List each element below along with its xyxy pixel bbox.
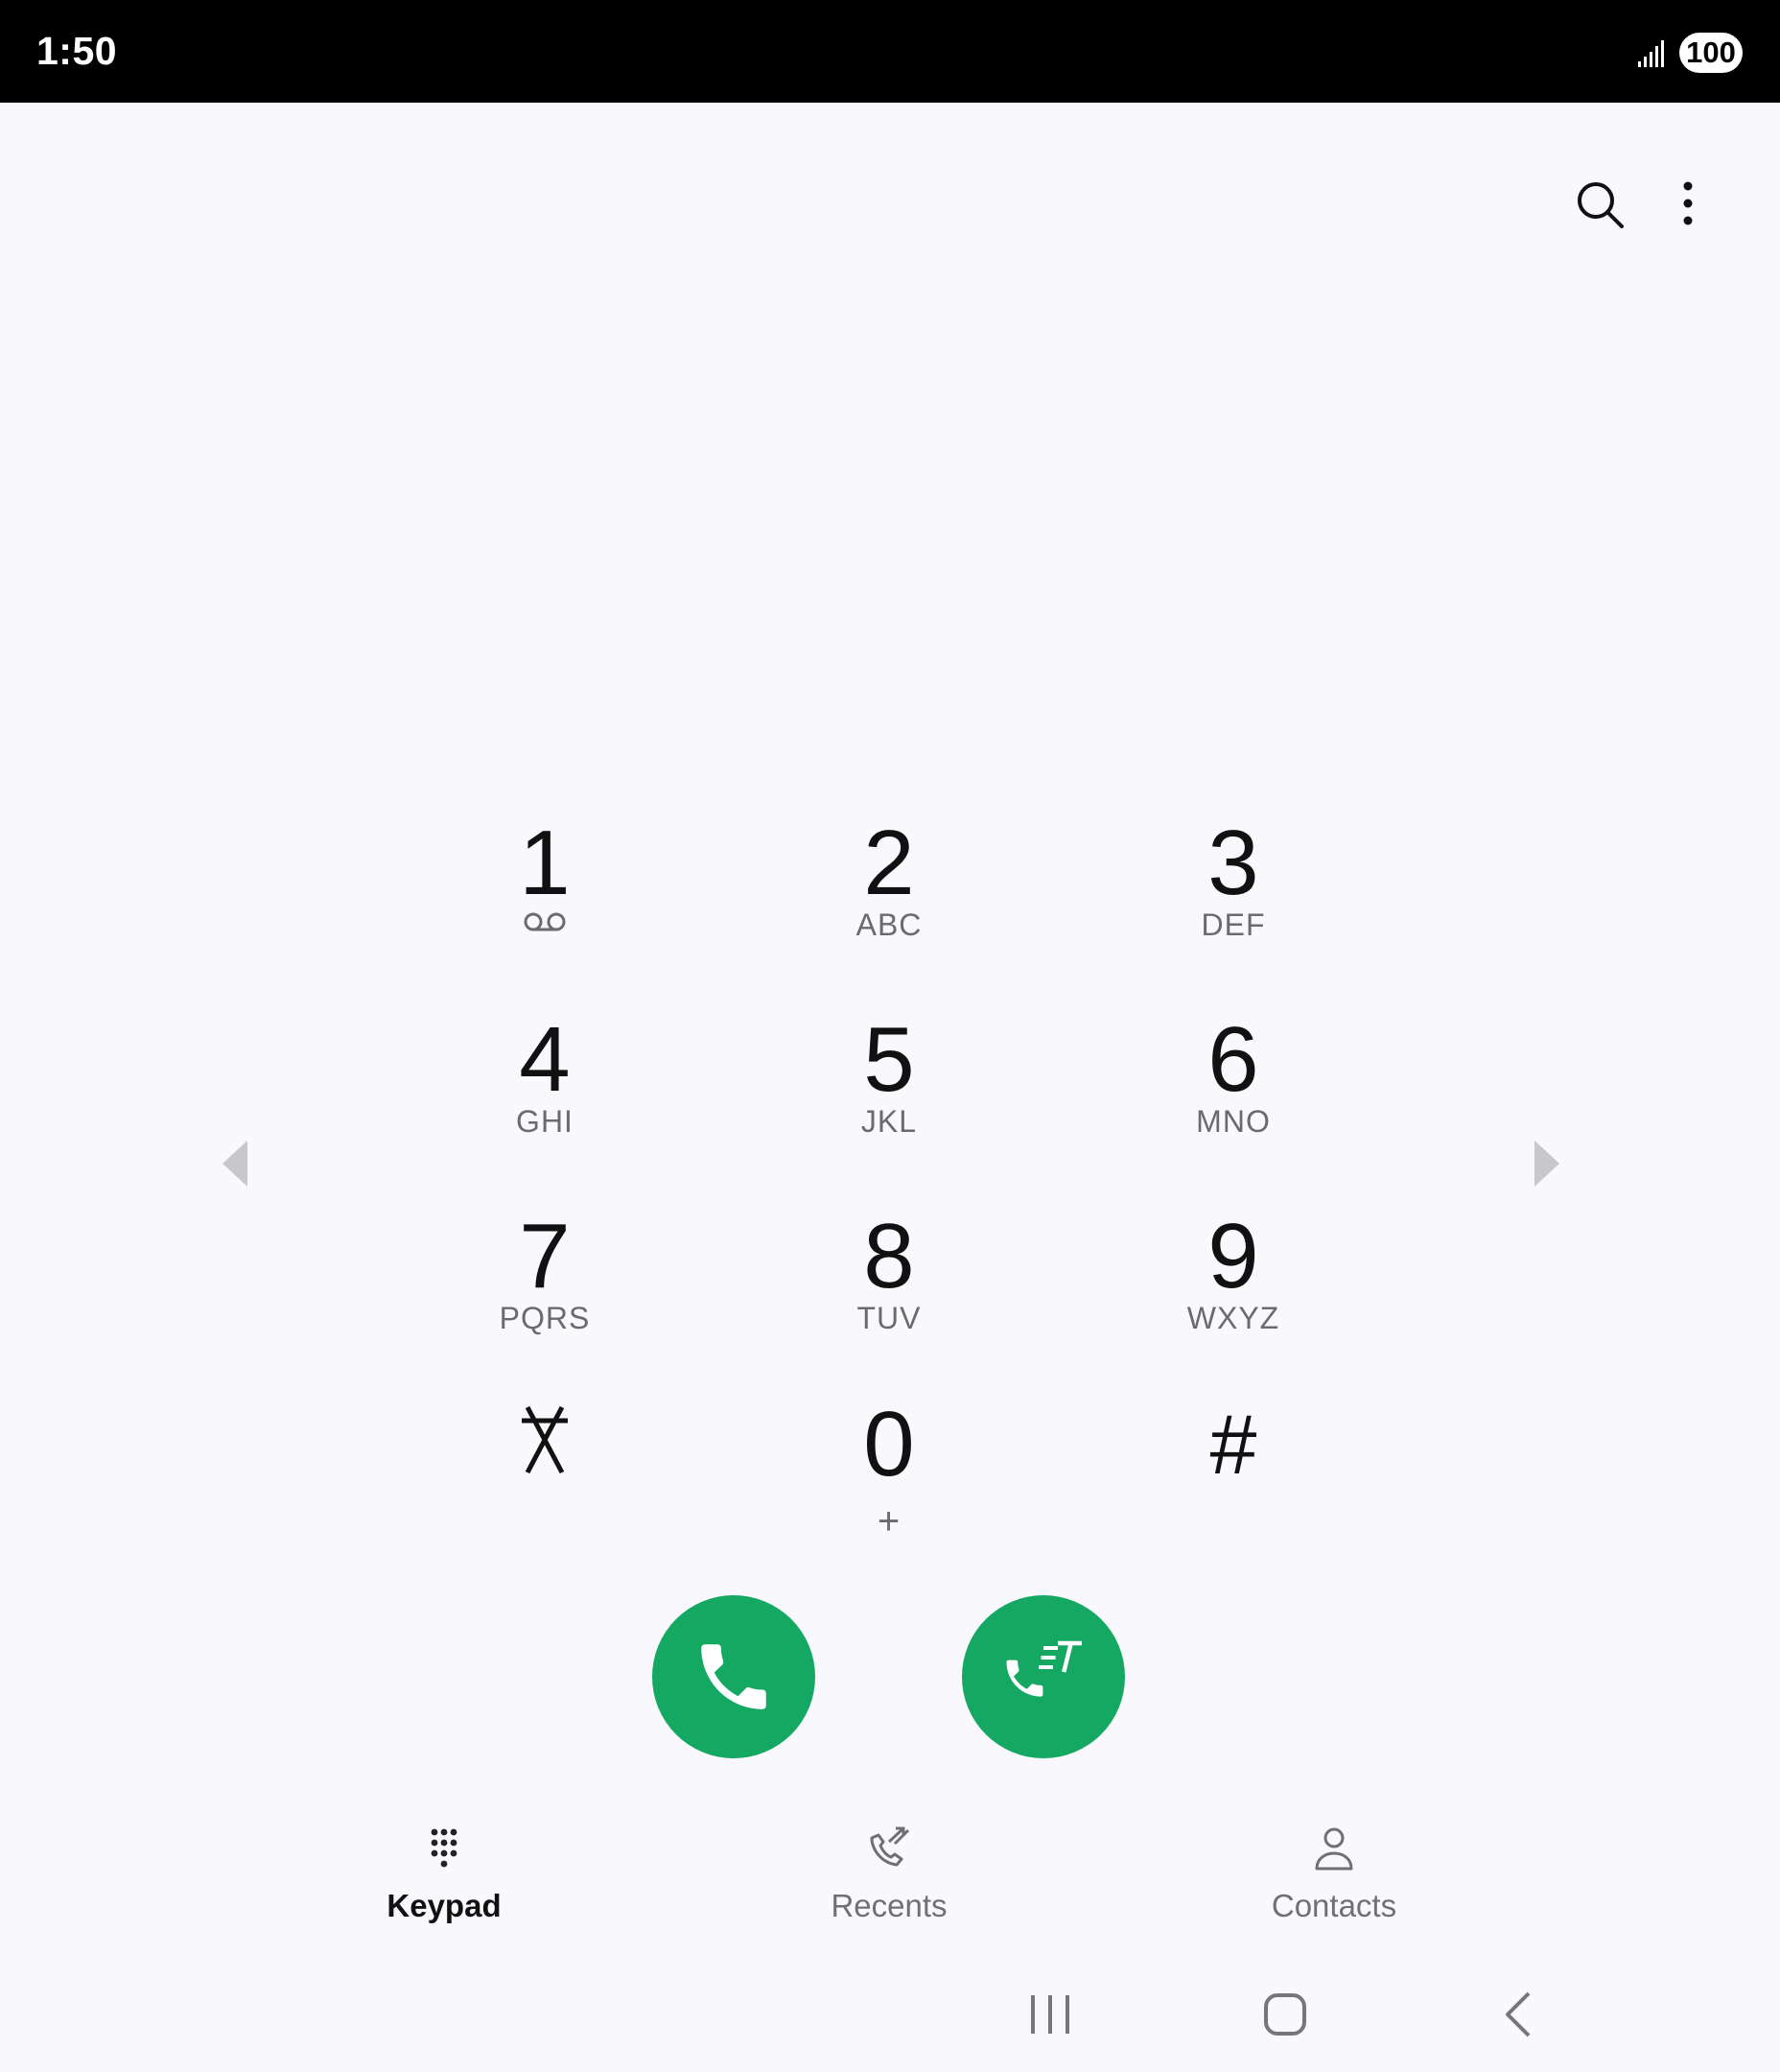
key-digit: 9 (1207, 1205, 1259, 1307)
key-hash[interactable]: # (1089, 1399, 1377, 1562)
recents-icon (870, 1826, 910, 1867)
tab-label: Contacts (1271, 1888, 1397, 1923)
arrow-right-icon[interactable] (1525, 1135, 1563, 1192)
keypad-icon (431, 1828, 457, 1868)
home-icon[interactable] (1256, 1986, 1314, 2043)
key-letters: DEF (1201, 907, 1266, 942)
recent-apps-icon[interactable] (1021, 1986, 1079, 2043)
key-letters: WXYZ (1186, 1301, 1280, 1335)
key-digit: 5 (863, 1008, 915, 1111)
call-button[interactable] (652, 1595, 815, 1758)
phone-icon (701, 1644, 766, 1709)
key-letters: GHI (516, 1104, 574, 1139)
rtt-call-icon (1006, 1640, 1082, 1697)
key-letters: TUV (856, 1301, 922, 1335)
key-3[interactable]: 3 DEF (1089, 817, 1377, 980)
battery-level: 100 (1679, 33, 1743, 73)
key-5[interactable]: 5 JKL (745, 1014, 1033, 1177)
rtt-call-button[interactable] (962, 1595, 1125, 1758)
key-2[interactable]: 2 ABC (745, 817, 1033, 980)
key-digit: 6 (1207, 1008, 1259, 1111)
key-8[interactable]: 8 TUV (745, 1211, 1033, 1374)
key-digit: 3 (1207, 812, 1259, 914)
key-digit: 0 (863, 1393, 915, 1495)
asterisk-icon (522, 1405, 568, 1474)
back-icon[interactable] (1492, 1986, 1550, 2043)
tab-keypad[interactable]: Keypad (300, 1825, 588, 1924)
tab-recents[interactable]: Recents (745, 1825, 1033, 1924)
key-1[interactable]: 1 (401, 817, 689, 980)
key-digit: 2 (863, 812, 915, 914)
key-letters: + (877, 1500, 902, 1542)
status-bar: 1:50 100 (0, 0, 1780, 103)
key-4[interactable]: 4 GHI (401, 1014, 689, 1177)
key-letters: PQRS (499, 1301, 591, 1335)
key-9[interactable]: 9 WXYZ (1089, 1211, 1377, 1374)
key-letters: MNO (1196, 1104, 1271, 1139)
key-digit: 7 (519, 1205, 571, 1307)
status-time: 1:50 (36, 29, 118, 73)
key-digit: 1 (519, 812, 571, 914)
key-digit: # (1209, 1397, 1257, 1492)
more-vertical-icon[interactable] (1669, 177, 1707, 231)
key-digit: 4 (519, 1008, 571, 1111)
key-letters: JKL (860, 1104, 918, 1139)
tab-contacts[interactable]: Contacts (1190, 1825, 1478, 1924)
contacts-icon (1315, 1827, 1353, 1871)
key-7[interactable]: 7 PQRS (401, 1211, 689, 1374)
key-0[interactable]: 0 + (745, 1399, 1033, 1562)
key-6[interactable]: 6 MNO (1089, 1014, 1377, 1177)
key-star[interactable] (401, 1396, 689, 1559)
search-icon[interactable] (1573, 177, 1627, 231)
key-letters: ABC (855, 907, 923, 942)
tab-label: Recents (831, 1888, 948, 1923)
signal-bars-icon (1638, 40, 1664, 67)
arrow-left-icon[interactable] (219, 1135, 257, 1192)
key-digit: 8 (863, 1205, 915, 1307)
tab-label: Keypad (386, 1888, 502, 1923)
